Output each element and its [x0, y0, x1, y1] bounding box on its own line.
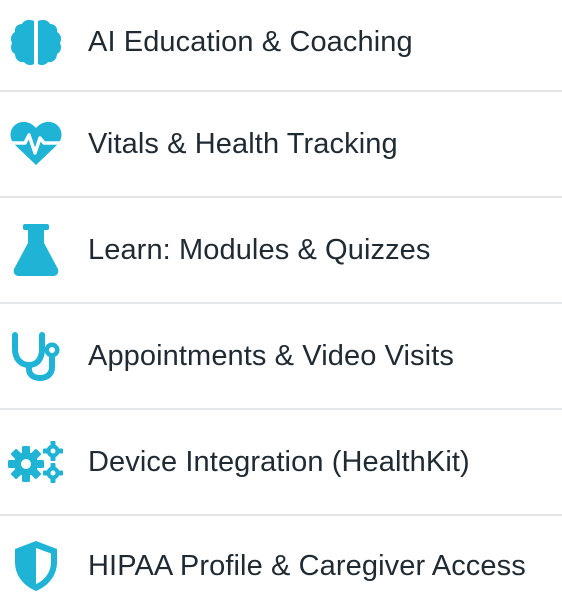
feature-label: AI Education & Coaching	[88, 26, 413, 58]
feature-item-hipaa-profile: HIPAA Profile & Caregiver Access	[0, 526, 562, 606]
brain-icon	[8, 14, 64, 70]
divider	[0, 90, 562, 92]
feature-item-appointments: Appointments & Video Visits	[0, 316, 562, 396]
feature-label: Device Integration (HealthKit)	[88, 446, 470, 478]
feature-label: HIPAA Profile & Caregiver Access	[88, 550, 526, 582]
feature-item-device-integration: Device Integration (HealthKit)	[0, 422, 562, 502]
divider	[0, 196, 562, 198]
feature-item-learn: Learn: Modules & Quizzes	[0, 210, 562, 290]
gears-icon	[8, 434, 64, 490]
flask-icon	[8, 222, 64, 278]
feature-label: Appointments & Video Visits	[88, 340, 454, 372]
divider	[0, 302, 562, 304]
feature-label: Learn: Modules & Quizzes	[88, 234, 431, 266]
feature-item-vitals: Vitals & Health Tracking	[0, 104, 562, 184]
divider	[0, 514, 562, 516]
divider	[0, 408, 562, 410]
shield-icon	[8, 538, 64, 594]
feature-item-ai-education: AI Education & Coaching	[0, 2, 562, 82]
stethoscope-icon	[8, 328, 64, 384]
heartbeat-icon	[8, 116, 64, 172]
feature-label: Vitals & Health Tracking	[88, 128, 398, 160]
